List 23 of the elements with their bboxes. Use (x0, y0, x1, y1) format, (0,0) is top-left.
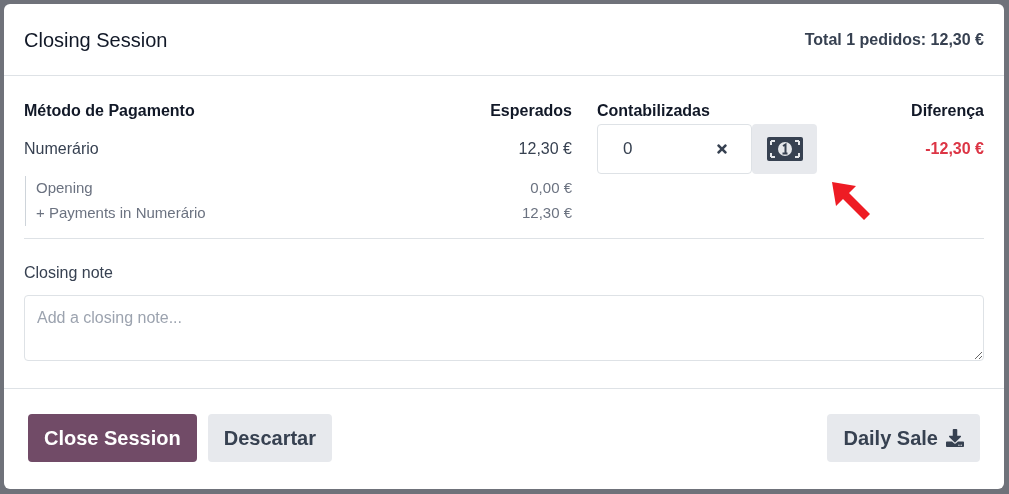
difference-amount: -12,30 € (924, 139, 984, 159)
daily-sale-button[interactable]: Daily Sale (827, 414, 980, 462)
banknote-icon (765, 136, 804, 162)
detail-label: Opening (36, 178, 93, 199)
column-header: Diferença (910, 101, 984, 121)
close-session-button[interactable]: Close Session (28, 414, 197, 462)
detail-label: + Payments in Numerário (36, 203, 206, 224)
dialog-title: Closing Session (24, 27, 168, 53)
column-header: Contabilizadas (597, 101, 711, 121)
detail-amount: 12,30 € (521, 203, 572, 224)
column-header: Esperados (490, 101, 572, 121)
payment-method: Numerário (24, 139, 99, 159)
discard-button[interactable]: Descartar (207, 414, 332, 462)
counted-input[interactable]: 0 (597, 124, 752, 174)
closing-note-field[interactable]: Add a closing note... (24, 295, 984, 361)
detail-amount: 0,00 € (530, 178, 572, 199)
cash-count-button[interactable] (752, 124, 817, 174)
column-header: Método de Pagamento (24, 101, 195, 121)
download-icon (946, 429, 964, 447)
closing-note-label: Closing note (24, 263, 113, 283)
expected-amount: 12,30 € (518, 139, 572, 159)
clear-icon[interactable] (715, 142, 729, 156)
order-total: Total 1 pedidos: 12,30 € (804, 29, 984, 50)
